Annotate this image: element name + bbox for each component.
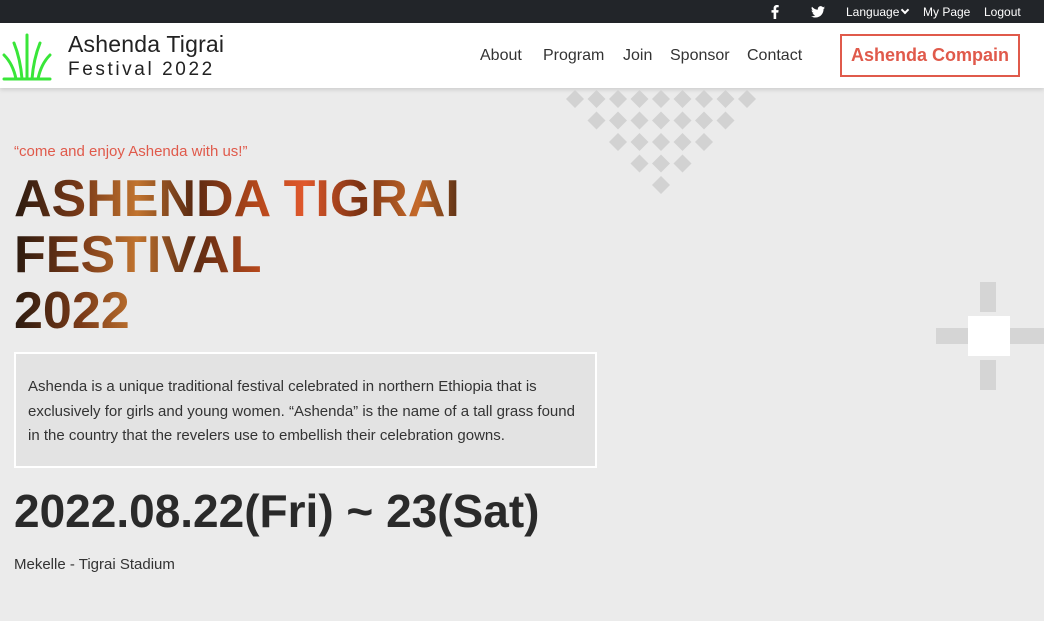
decorative-diamond-pattern [560,88,770,203]
nav-contact[interactable]: Contact [747,47,802,65]
my-page-link[interactable]: My Page [923,0,970,23]
language-dropdown[interactable]: Language [846,0,910,23]
facebook-icon[interactable] [771,5,779,19]
tagline: “come and enjoy Ashenda with us!” [14,143,248,160]
language-label: Language [846,5,900,19]
hero-title-line-2: FESTIVAL [14,226,262,284]
logout-link[interactable]: Logout [984,0,1021,23]
top-utility-bar: Language My Page Logout [0,0,1044,23]
hero-title: ASHENDA TIGRAI FESTIVAL 2022 [14,171,574,339]
nav-sponsor[interactable]: Sponsor [670,47,730,65]
grass-logo-icon[interactable] [2,31,52,81]
decorative-cross-shape [936,282,1044,397]
description-text: Ashenda is a unique traditional festival… [28,378,575,444]
brand-title[interactable]: Ashenda Tigrai [68,31,224,58]
event-venue: Mekelle - Tigrai Stadium [14,556,175,573]
hero-title-line-1: ASHENDA TIGRAI [14,170,460,228]
ashenda-compain-button[interactable]: Ashenda Compain [840,34,1020,77]
brand-subtitle: Festival 2022 [68,59,215,80]
twitter-icon[interactable] [811,6,825,19]
nav-join[interactable]: Join [623,47,652,65]
description-box: Ashenda is a unique traditional festival… [14,352,597,468]
site-header: Ashenda Tigrai Festival 2022 About Progr… [0,23,1044,88]
nav-program[interactable]: Program [543,47,604,65]
event-date: 2022.08.22(Fri) ~ 23(Sat) [14,485,540,537]
nav-about[interactable]: About [480,47,522,65]
hero-title-line-3: 2022 [14,282,130,340]
chevron-down-icon [901,5,910,15]
